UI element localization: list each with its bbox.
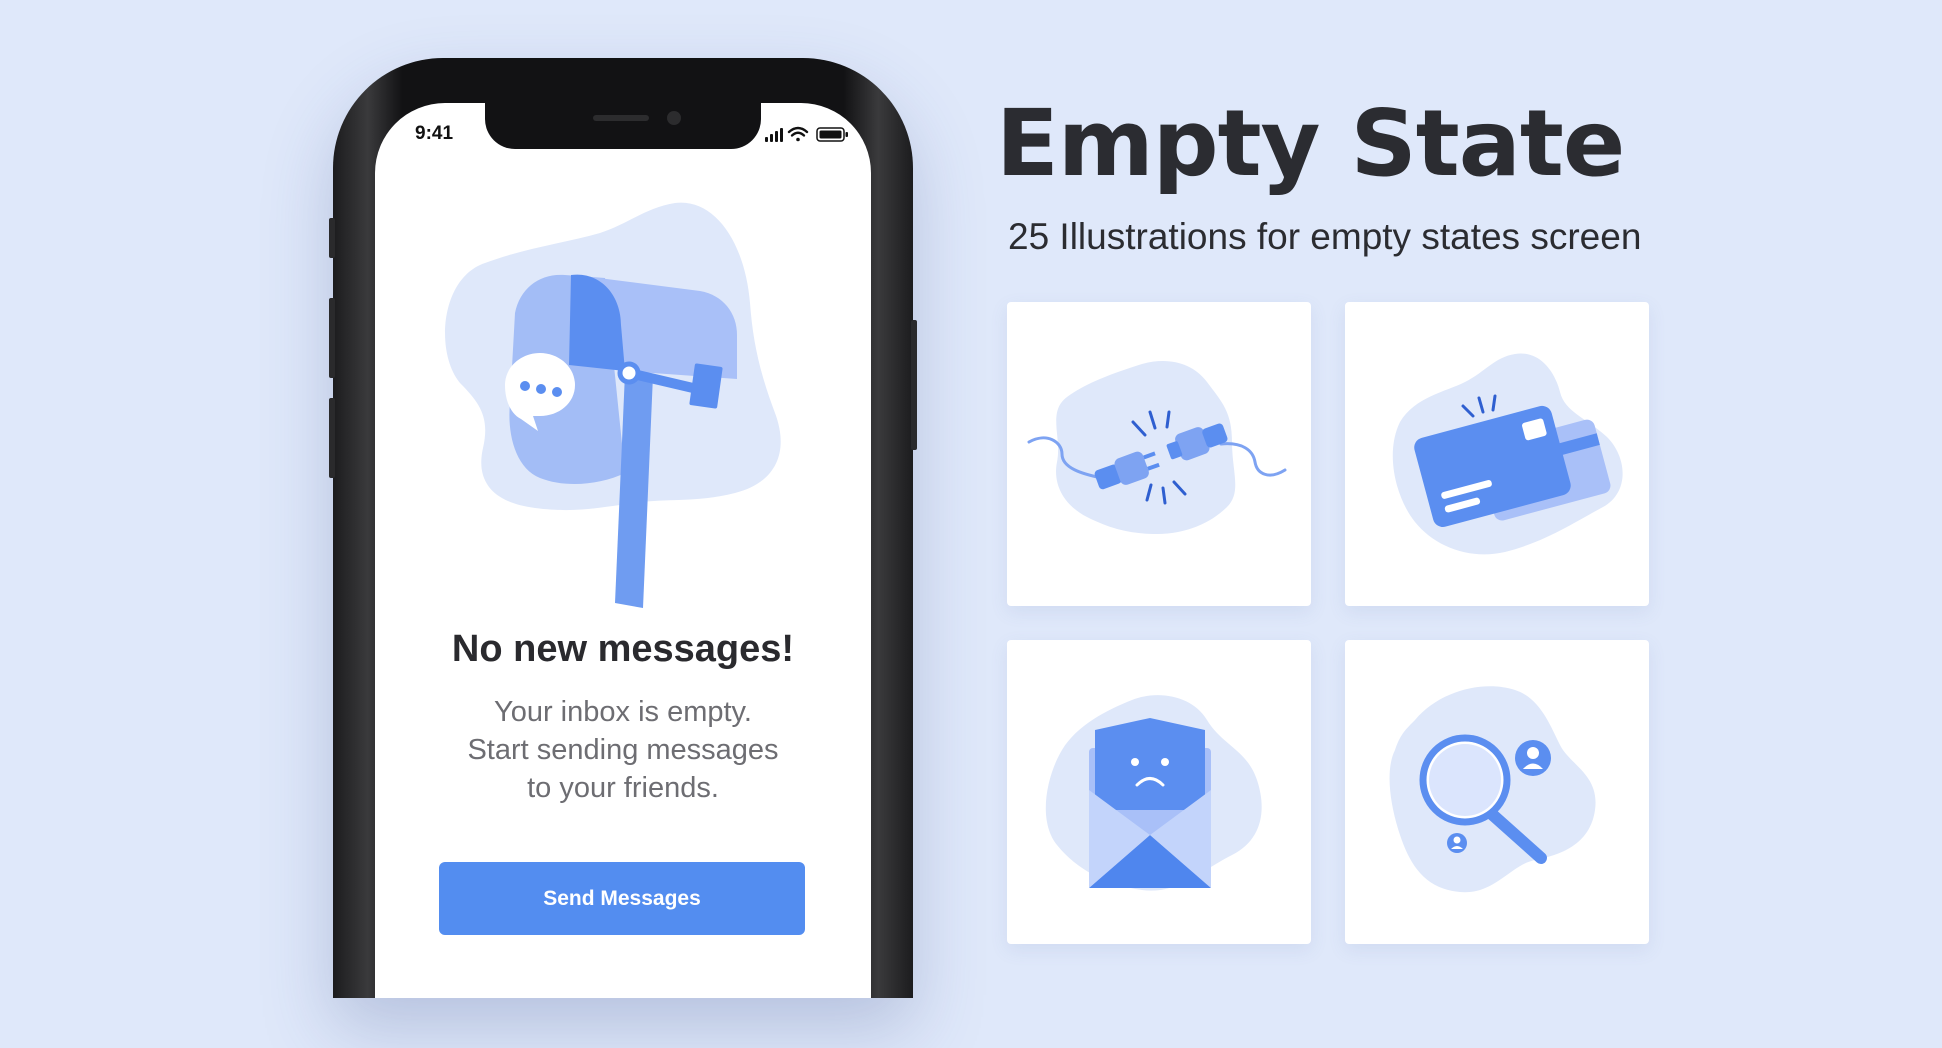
phone-volume-down	[329, 398, 335, 478]
description-line-2: Start sending messages	[467, 734, 779, 766]
phone-mute-switch	[329, 218, 335, 258]
promo-subtitle: 25 Illustrations for empty states screen	[1008, 216, 1642, 257]
credit-card-icon	[1392, 353, 1623, 555]
sad-envelope-icon	[1045, 695, 1262, 891]
empty-state-title: No new messages!	[451, 628, 795, 670]
send-messages-button[interactable]: Send Messages	[439, 862, 805, 935]
user-avatar-large	[1515, 740, 1551, 776]
description-line-1: Your inbox is empty.	[494, 696, 752, 728]
illustration-card-search	[1345, 640, 1649, 944]
search-users-icon	[1389, 686, 1596, 893]
illustration-card-credit-card	[1345, 302, 1649, 606]
promo-title: Empty State	[996, 90, 1625, 197]
phone-screen: 9:41 No new messages! Your inbox is empt…	[375, 103, 871, 998]
unplugged-connector-icon	[1027, 361, 1287, 534]
mailbox-icon	[445, 202, 781, 608]
phone-volume-up	[329, 298, 335, 378]
description-line-3: to your friends.	[527, 772, 719, 804]
phone-power-button	[911, 320, 917, 450]
phone-mockup: 9:41 No new messages! Your inbox is empt…	[329, 58, 917, 998]
illustration-card-envelope	[1007, 640, 1311, 944]
illustration-card-connectors	[1007, 302, 1311, 606]
empty-state-description: Your inbox is empty. Start sending messa…	[413, 693, 833, 807]
user-avatar-small	[1447, 833, 1467, 853]
